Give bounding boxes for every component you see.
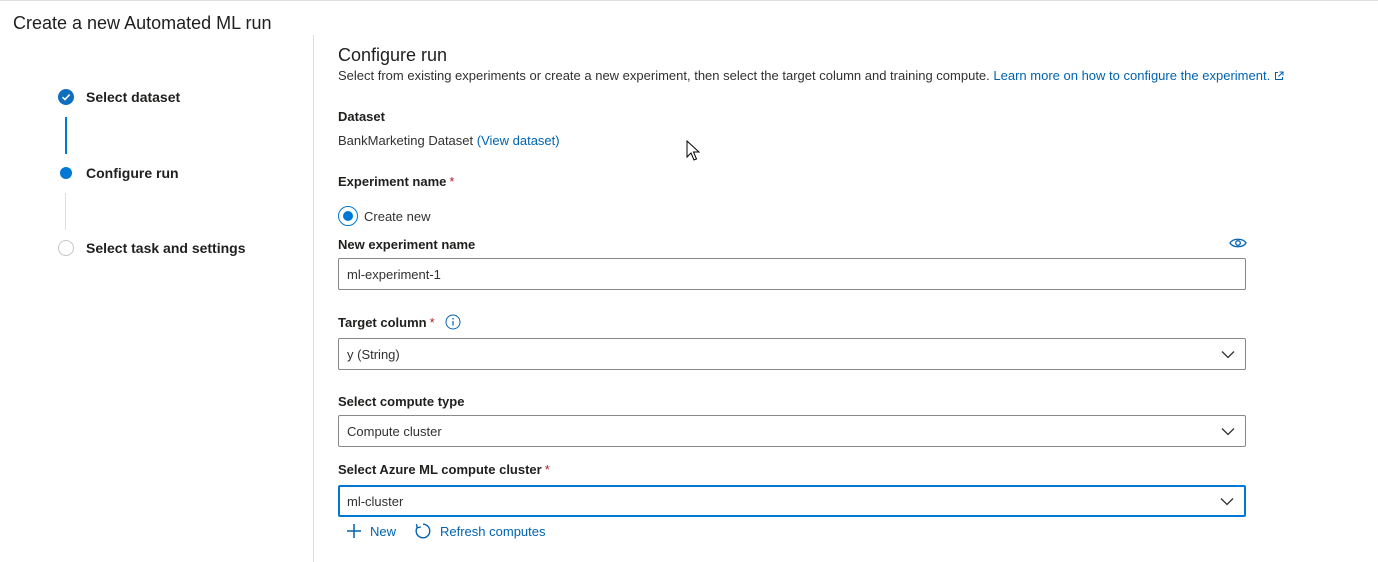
refresh-label: Refresh computes [440, 523, 546, 539]
page-title: Create a new Automated ML run [13, 13, 272, 33]
new-compute-button[interactable]: New [346, 522, 396, 540]
step-label: Select dataset [86, 89, 181, 105]
learn-more-link[interactable]: Learn more on how to configure the exper… [993, 68, 1284, 83]
target-column-text: Target column [338, 315, 427, 330]
compute-cluster-dropdown[interactable]: ml-cluster [338, 485, 1246, 517]
step-connector-active [65, 117, 67, 154]
pending-step-icon [58, 240, 74, 256]
target-column-dropdown[interactable]: y (String) [338, 338, 1246, 370]
experiment-name-label: Experiment name * [338, 174, 454, 190]
radio-selected-icon [338, 206, 358, 226]
chevron-down-icon [1220, 494, 1234, 509]
eye-icon[interactable] [1229, 236, 1247, 248]
required-mark: * [544, 462, 550, 477]
refresh-icon [415, 523, 431, 539]
dataset-label: Dataset [338, 109, 385, 124]
mouse-cursor-icon [686, 140, 700, 161]
dropdown-value: y (String) [347, 346, 400, 362]
dropdown-value: Compute cluster [347, 423, 442, 439]
experiment-name-input[interactable]: ml-experiment-1 [338, 258, 1246, 290]
dataset-value: BankMarketing Dataset (View dataset) [338, 133, 560, 149]
experiment-name-text: Experiment name [338, 174, 447, 189]
step-select-task[interactable]: Select task and settings [58, 239, 246, 257]
refresh-computes-button[interactable]: Refresh computes [414, 522, 546, 540]
compute-type-label: Select compute type [338, 394, 465, 409]
create-new-radio[interactable]: Create new [338, 206, 430, 226]
input-value: ml-experiment-1 [347, 266, 441, 282]
section-description: Select from existing experiments or crea… [338, 68, 1284, 85]
learn-more-text: Learn more on how to configure the exper… [993, 68, 1271, 83]
info-icon[interactable] [445, 314, 461, 330]
plus-icon [347, 524, 361, 538]
required-mark: * [449, 174, 455, 189]
compute-cluster-text: Select Azure ML compute cluster [338, 462, 542, 477]
dataset-name: BankMarketing Dataset [338, 133, 474, 148]
new-label: New [370, 523, 397, 539]
radio-label: Create new [364, 208, 431, 224]
step-label: Select task and settings [86, 240, 246, 256]
step-configure-run[interactable]: Configure run [58, 164, 179, 182]
compute-cluster-label: Select Azure ML compute cluster * [338, 462, 550, 478]
step-connector-inactive [65, 193, 66, 230]
new-experiment-name-label: New experiment name [338, 237, 476, 252]
current-step-icon [58, 165, 74, 181]
section-title: Configure run [338, 45, 448, 65]
chevron-down-icon [1221, 347, 1235, 362]
checkmark-icon [58, 89, 74, 105]
view-dataset-link[interactable]: (View dataset) [477, 133, 560, 148]
required-mark: * [429, 315, 435, 330]
compute-type-dropdown[interactable]: Compute cluster [338, 415, 1246, 447]
panel-divider [313, 35, 314, 562]
target-column-label: Target column * [338, 315, 435, 331]
external-link-icon [1274, 69, 1284, 85]
step-select-dataset[interactable]: Select dataset [58, 88, 180, 106]
top-border [0, 0, 1378, 1]
dropdown-value: ml-cluster [347, 493, 404, 509]
description-text: Select from existing experiments or crea… [338, 68, 990, 83]
chevron-down-icon [1221, 424, 1235, 439]
step-label: Configure run [86, 165, 179, 181]
